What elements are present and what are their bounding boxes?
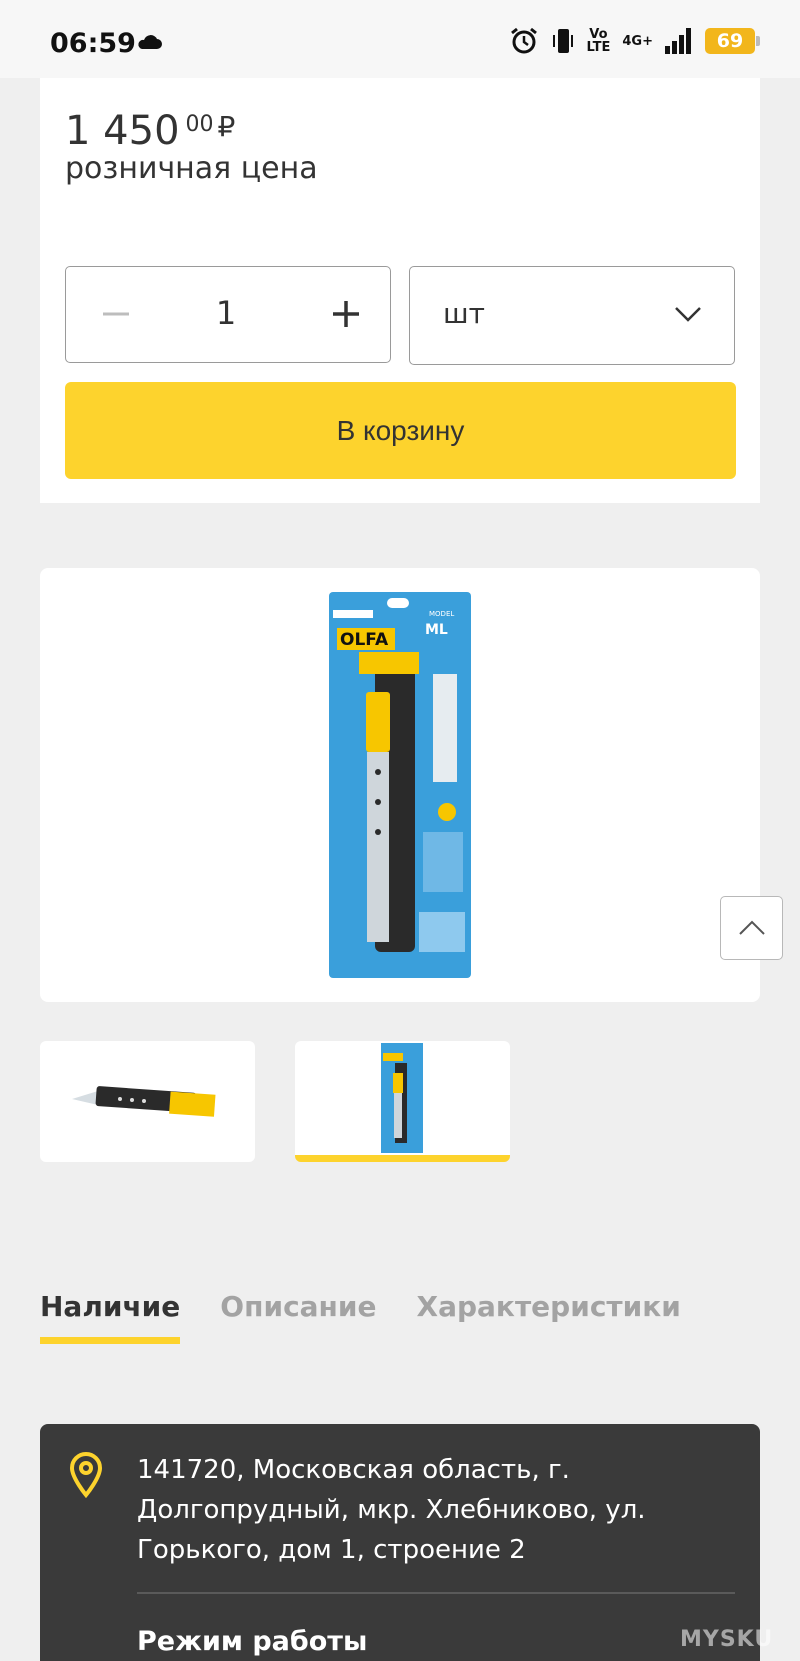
price: 1 450 00 ₽ — [65, 108, 235, 154]
tab-specifications[interactable]: Характеристики — [417, 1290, 681, 1344]
vibrate-icon — [552, 29, 573, 53]
thumbnail-package-image — [381, 1043, 423, 1153]
working-hours-title: Режим работы — [137, 1626, 368, 1657]
store-card: 141720, Московская область, г. Долгопруд… — [40, 1424, 760, 1661]
tab-description[interactable]: Описание — [220, 1290, 376, 1344]
product-image-card: MODEL ML OLFA — [40, 568, 760, 1002]
product-image[interactable]: MODEL ML OLFA — [329, 592, 471, 978]
unit-value: шт — [443, 297, 485, 330]
network-type: 4G+ — [622, 33, 653, 49]
thumbnail-package[interactable] — [295, 1041, 510, 1162]
price-card: 1 450 00 ₽ розничная цена 1 шт В корзину — [40, 78, 760, 503]
store-address: 141720, Московская область, г. Долгопруд… — [137, 1455, 646, 1565]
price-main: 1 450 — [65, 108, 180, 154]
volte-indicator: Vo LTE — [586, 27, 611, 55]
decrease-quantity-button[interactable] — [96, 291, 136, 337]
status-bar: 06:59 Vo LTE 4G+ 69 — [0, 0, 800, 78]
unit-select[interactable]: шт — [409, 266, 735, 365]
network-indicator: 4G+ — [622, 34, 653, 49]
product-tabs: Наличие Описание Характеристики — [40, 1290, 681, 1344]
package-model: ML — [425, 622, 448, 638]
chevron-down-icon — [675, 307, 701, 322]
alarm-icon — [510, 27, 537, 54]
increase-quantity-button[interactable] — [326, 291, 366, 337]
chevron-up-icon — [738, 920, 765, 935]
price-cents: 00 — [185, 112, 214, 137]
thumbnail-knife-image — [72, 1086, 216, 1117]
location-pin-icon — [69, 1452, 103, 1498]
svg-text:MODEL: MODEL — [429, 610, 454, 618]
quantity-input[interactable]: 1 — [186, 285, 266, 341]
signal-icon — [665, 28, 691, 54]
plus-icon — [333, 301, 359, 327]
add-to-cart-button[interactable]: В корзину — [65, 382, 736, 479]
price-label: розничная цена — [65, 151, 318, 186]
quantity-stepper: 1 — [65, 266, 391, 363]
scroll-to-top-button[interactable] — [720, 896, 783, 960]
tab-availability[interactable]: Наличие — [40, 1290, 181, 1344]
package-brand: OLFA — [340, 630, 389, 650]
battery-indicator: 69 — [705, 28, 760, 54]
thumbnail-knife[interactable] — [40, 1041, 255, 1162]
cloud-icon — [138, 35, 162, 49]
currency: ₽ — [217, 110, 236, 143]
watermark: MYSKU — [680, 1627, 774, 1652]
status-time: 06:59 — [50, 28, 136, 59]
minus-icon — [103, 312, 129, 316]
divider — [137, 1592, 735, 1594]
